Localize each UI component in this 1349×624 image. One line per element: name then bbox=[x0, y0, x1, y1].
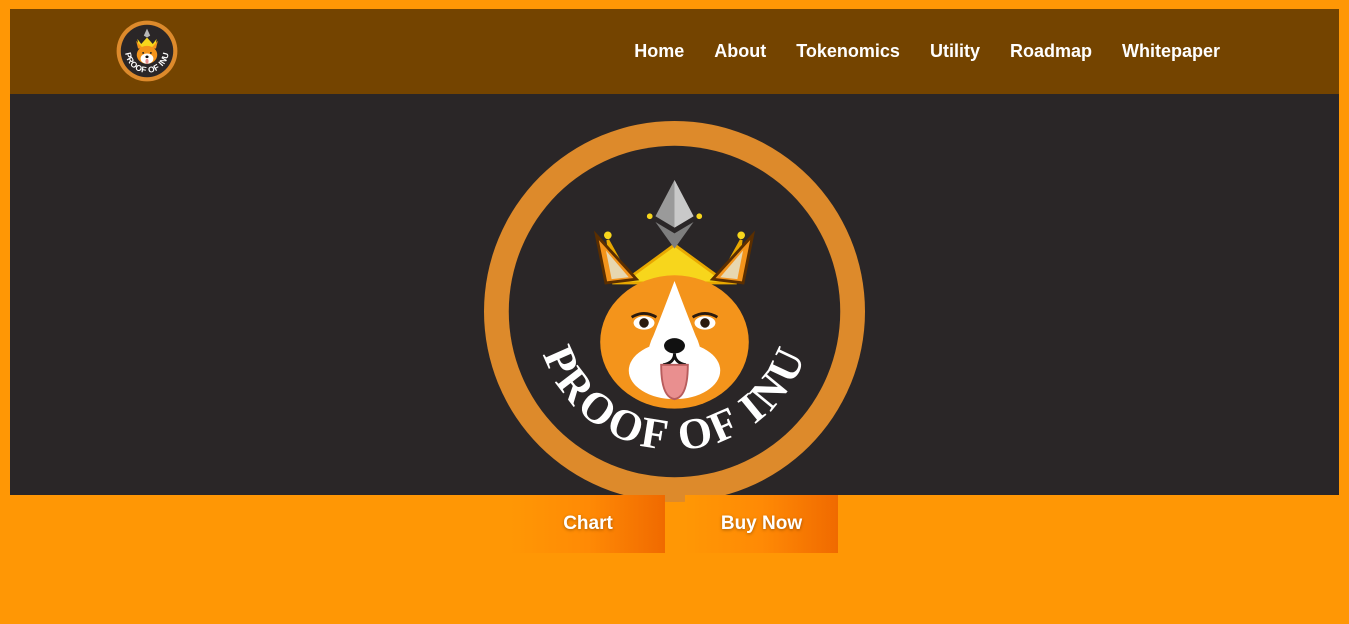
site-header: PROOF OF INU Home About Tokenomics Utili… bbox=[10, 9, 1339, 94]
logo-small[interactable]: PROOF OF INU bbox=[115, 19, 179, 83]
hero-section: PROOF OF INU bbox=[10, 94, 1339, 502]
hero-logo: PROOF OF INU bbox=[484, 121, 865, 502]
chart-button[interactable]: Chart bbox=[511, 495, 665, 553]
hero-buttons: Chart Buy Now bbox=[511, 495, 838, 553]
buy-now-button[interactable]: Buy Now bbox=[685, 495, 838, 553]
main-nav: Home About Tokenomics Utility Roadmap Wh… bbox=[634, 9, 1220, 94]
nav-whitepaper[interactable]: Whitepaper bbox=[1122, 41, 1220, 62]
nav-tokenomics[interactable]: Tokenomics bbox=[796, 41, 900, 62]
nav-utility[interactable]: Utility bbox=[930, 41, 980, 62]
nav-roadmap[interactable]: Roadmap bbox=[1010, 41, 1092, 62]
nav-home[interactable]: Home bbox=[634, 41, 684, 62]
nav-about[interactable]: About bbox=[714, 41, 766, 62]
